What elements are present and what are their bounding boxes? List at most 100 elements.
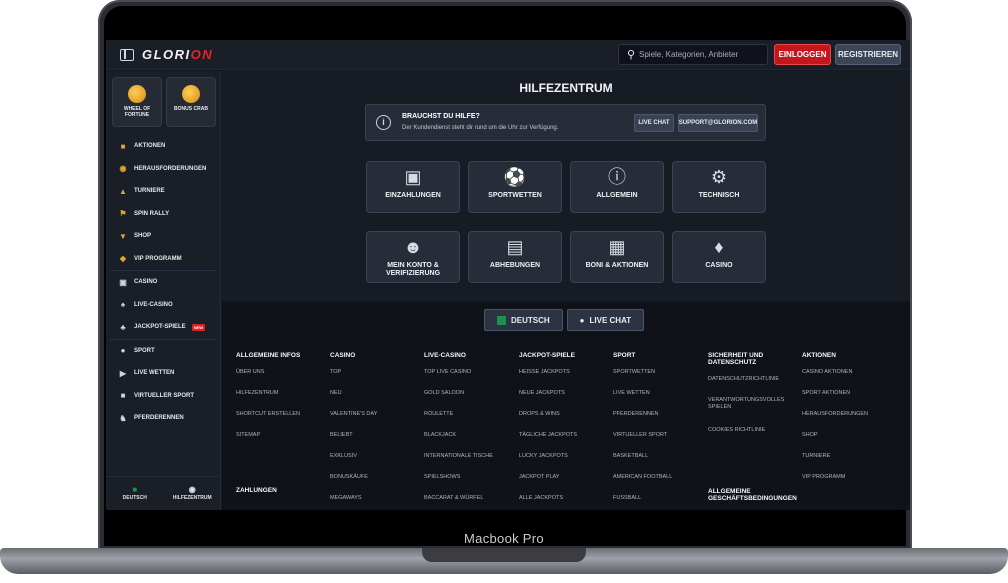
footer-link[interactable]: TOP LIVE CASINO [424, 369, 516, 390]
column-title: JACKPOT-SPIELE [519, 352, 575, 359]
category-boni-aktionen[interactable]: ▦ BONI & AKTIONEN [570, 231, 664, 283]
footer-link[interactable]: FUSSBALL [613, 495, 705, 510]
screen: GLORION ⚲ EINLOGGEN REGISTRIEREN WHEEL O… [106, 40, 910, 510]
footer-link[interactable]: SPIELSHOWS [424, 474, 516, 495]
sidebar-item-vip-programm[interactable]: ◆ VIP PROGRAMM [106, 248, 221, 271]
sidebar-item-pferderennen[interactable]: ♞ PFERDERENNEN [106, 407, 221, 430]
footer-link[interactable]: BONUSKÄUFE [330, 474, 422, 495]
sidebar-item-label: HERAUSFORDERUNGEN [134, 165, 207, 172]
footer-link[interactable]: AMERICAN FOOTBALL [613, 474, 705, 495]
footer-link[interactable]: BACCARAT & WÜRFEL [424, 495, 516, 510]
footer-link[interactable]: TURNIERE [802, 453, 894, 474]
footer-link[interactable]: LUCKY JACKPOTS [519, 453, 611, 474]
sidebar-help-button[interactable]: ◉ HILFEZENTRUM [164, 477, 222, 510]
footer-link[interactable]: SHOP [802, 432, 894, 453]
column-title: ALLGEMEINE GESCHÄFTSBEDINGUNGEN [708, 488, 797, 502]
sidebar-item-live-wetten[interactable]: ▶ LIVE WETTEN [106, 362, 221, 385]
sidebar-item-aktionen[interactable]: ■ AKTIONEN [106, 135, 221, 158]
crab-coin-icon [182, 85, 200, 103]
footer-link[interactable]: SPORT AKTIONEN [802, 390, 894, 411]
laptop-notch [422, 548, 586, 562]
sidebar-item-shop[interactable]: ▼ SHOP [106, 225, 221, 248]
column-title: AKTIONEN [802, 352, 836, 359]
sidebar-language-button[interactable]: ■ DEUTSCH [106, 477, 164, 510]
login-button[interactable]: EINLOGGEN [774, 44, 831, 65]
footer-live-chat-button[interactable]: ● LIVE CHAT [566, 309, 645, 331]
footer-link[interactable]: JACKPOT PLAY [519, 474, 611, 495]
flag-icon [497, 315, 506, 325]
language-button[interactable]: DEUTSCH [484, 309, 563, 331]
category-casino[interactable]: ♦ CASINO [672, 231, 766, 283]
category-einzahlungen[interactable]: ▣ EINZAHLUNGEN [366, 161, 460, 213]
column-title: SICHERHEIT UND DATENSCHUTZ [708, 352, 764, 366]
sidebar-item-spin-rally[interactable]: ⚑ SPIN RALLY [106, 203, 221, 226]
sidebar-item-label: SPORT [134, 347, 155, 354]
category-mein-konto[interactable]: ☻ MEIN KONTO & VERIFIZIERUNG [366, 231, 460, 283]
footer-link[interactable]: EXKLUSIV [330, 453, 422, 474]
footer-link[interactable]: HEISSE JACKPOTS [519, 369, 611, 390]
gamepad-icon: ■ [120, 391, 126, 401]
sidebar-item-casino[interactable]: ▣ CASINO [106, 271, 221, 294]
search-icon: ⚲ [626, 49, 636, 61]
live-chat-button[interactable]: LIVE CHAT [634, 114, 674, 132]
sidebar-item-jackpot-spiele[interactable]: ♣ JACKPOT-SPIELE NEW [106, 316, 221, 339]
footer-link[interactable]: VIP PROGRAMM [802, 474, 894, 495]
search-input[interactable] [639, 50, 759, 59]
footer-link[interactable]: VALENTINE'S DAY [330, 411, 422, 432]
footer-link[interactable]: BLACKJACK [424, 432, 516, 453]
promo-bonus-crab[interactable]: BONUS CRAB [166, 77, 216, 127]
sidebar-item-live-casino[interactable]: ♠ LIVE-CASINO [106, 294, 221, 317]
new-badge: NEW [191, 323, 206, 331]
category-abhebungen[interactable]: ▤ ABHEBUNGEN [468, 231, 562, 283]
footer-link[interactable]: ROULETTE [424, 411, 516, 432]
sidebar-item-herausforderungen[interactable]: ◉ HERAUSFORDERUNGEN [106, 158, 221, 181]
footer-link[interactable]: MEGAWAYS [330, 495, 422, 510]
footer-link[interactable]: HERAUSFORDERUNGEN [802, 411, 894, 432]
promo-wheel-of-fortune[interactable]: WHEEL OF FORTUNE [112, 77, 162, 127]
footer-link[interactable]: SHORTCUT ERSTELLEN [236, 411, 328, 432]
footer-link[interactable]: BASKETBALL [613, 453, 705, 474]
footer-link[interactable]: NEUE JACKPOTS [519, 390, 611, 411]
footer-link[interactable]: VERANTWORTUNGSVOLLES SPIELEN [708, 397, 786, 427]
sidebar-language-label: DEUTSCH [122, 495, 147, 501]
footer-link[interactable]: VIRTUELLER SPORT [613, 432, 705, 453]
footer-link[interactable]: LIVE WETTEN [613, 390, 705, 411]
footer-link[interactable]: DROPS & WINS [519, 411, 611, 432]
sidebar-item-turniere[interactable]: ▲ TURNIERE [106, 180, 221, 203]
footer-link[interactable]: TÄGLICHE JACKPOTS [519, 432, 611, 453]
category-technisch[interactable]: ⚙ TECHNISCH [672, 161, 766, 213]
sidebar-toggle-icon[interactable] [120, 48, 134, 61]
footer-link[interactable]: ALLE JACKPOTS [519, 495, 611, 510]
footer-link[interactable]: COOKIES RICHTLINIE [708, 427, 786, 448]
footer-link[interactable]: TOP [330, 369, 422, 390]
horse-icon: ♞ [119, 413, 127, 423]
sidebar-item-virtueller-sport[interactable]: ■ VIRTUELLER SPORT [106, 385, 221, 408]
category-allgemein[interactable]: ⓘ ALLGEMEIN [570, 161, 664, 213]
flag-icon: ⚑ [119, 209, 127, 219]
footer-link[interactable]: SPORTWETTEN [613, 369, 705, 390]
footer-link[interactable]: HILFEZENTRUM [236, 390, 328, 411]
category-label: ALLGEMEIN [596, 192, 638, 199]
sidebar-item-label: VIP PROGRAMM [134, 255, 182, 262]
sidebar-item-sport[interactable]: ● SPORT [106, 340, 221, 363]
logo[interactable]: GLORION [142, 47, 213, 62]
footer-link[interactable]: ÜBER UNS [236, 369, 328, 390]
footer-link[interactable]: SITEMAP [236, 432, 328, 453]
footer-link[interactable]: NEU [330, 390, 422, 411]
footer-link[interactable]: PFERDERENNEN [613, 411, 705, 432]
email-support-button[interactable]: SUPPORT@GLORION.COM [678, 114, 758, 132]
user-icon: ☻ [403, 237, 423, 257]
footer-link[interactable]: GOLD SALOON [424, 390, 516, 411]
category-label: ABHEBUNGEN [489, 262, 541, 269]
footer-link[interactable]: BELIEBT [330, 432, 422, 453]
footer-column-sicherheit: SICHERHEIT UND DATENSCHUTZ DATENSCHUTZRI… [708, 352, 797, 510]
payment-icon: ▣ [404, 167, 422, 187]
register-button[interactable]: REGISTRIEREN [835, 44, 901, 65]
search-box[interactable]: ⚲ [618, 44, 768, 65]
top-bar: GLORION ⚲ EINLOGGEN REGISTRIEREN [106, 40, 910, 70]
footer-link[interactable]: INTERNATIONALE TISCHE [424, 453, 516, 474]
footer-link[interactable]: CASINO AKTIONEN [802, 369, 894, 390]
footer-column-casino: CASINO TOP NEU VALENTINE'S DAY BELIEBT E… [330, 352, 422, 510]
footer-link[interactable]: DATENSCHUTZRICHTLINIE [708, 376, 786, 397]
category-sportwetten[interactable]: ⚽ SPORTWETTEN [468, 161, 562, 213]
